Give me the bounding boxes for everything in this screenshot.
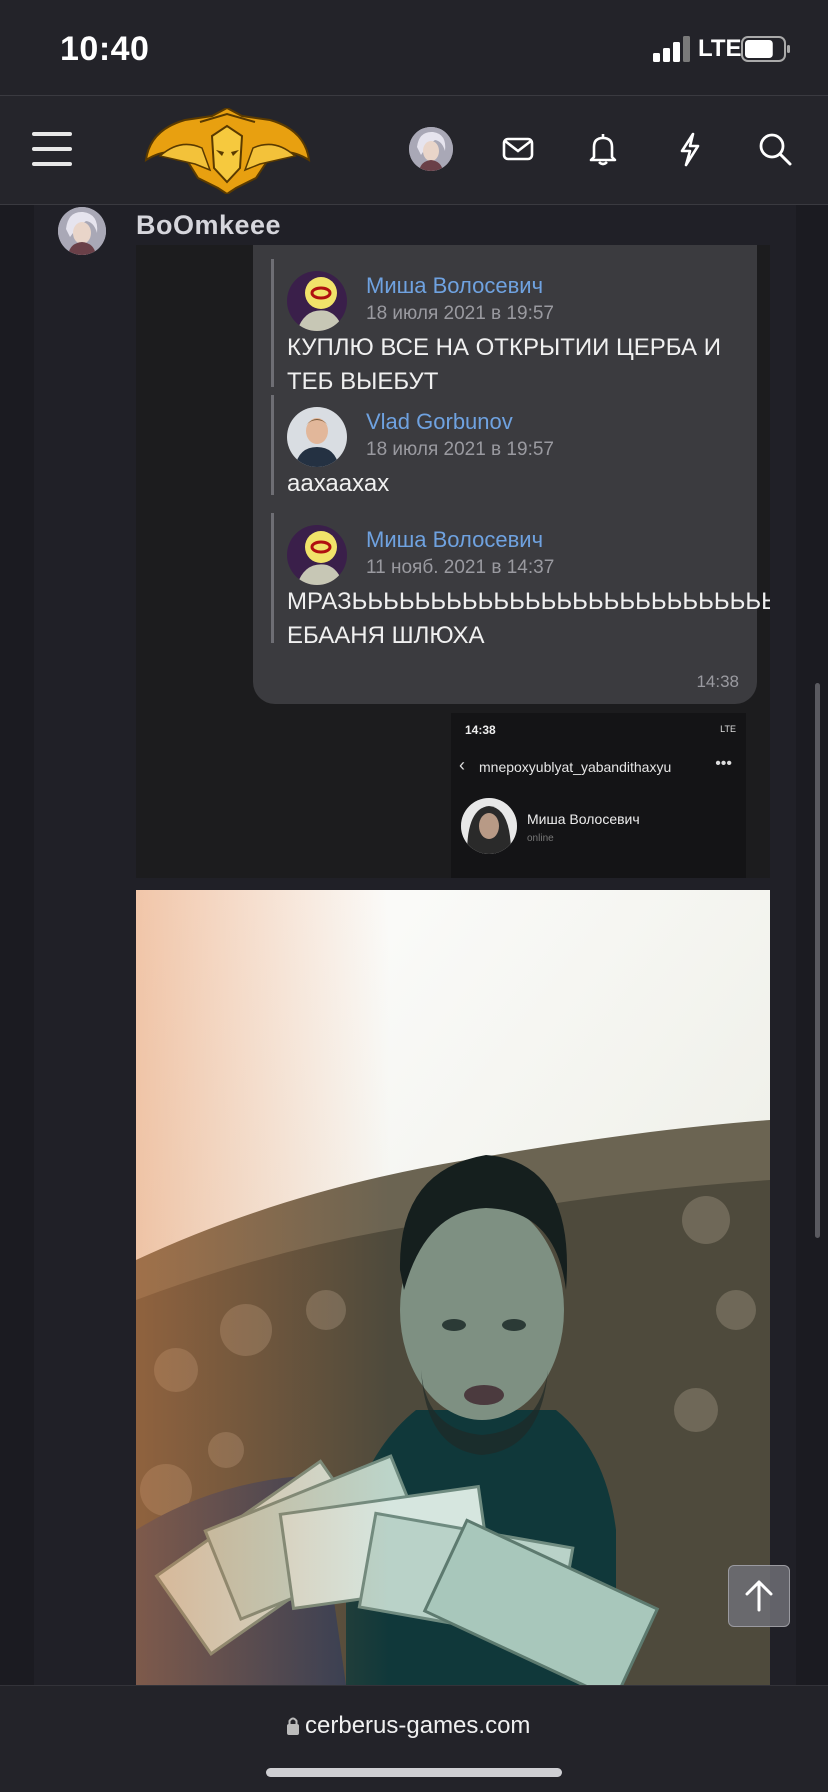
page-scrollbar[interactable] [815, 683, 820, 1238]
signal-icon [653, 36, 690, 62]
site-logo[interactable] [140, 108, 315, 194]
message-date: 18 июля 2021 в 19:57 [366, 439, 554, 460]
home-indicator[interactable] [266, 1768, 562, 1777]
status-time: 10:40 [60, 30, 150, 68]
bubble-timestamp: 14:38 [696, 672, 739, 691]
message-date: 11 нояб. 2021 в 14:37 [366, 557, 555, 578]
sender-avatar [287, 525, 347, 585]
sender-name: Vlad Gorbunov [366, 409, 513, 434]
message-text: аахаахах [287, 470, 390, 497]
sender-name: Миша Волосевич [366, 527, 544, 552]
embedded-avatar [461, 798, 517, 854]
message-text: МРАЗЬЬЬЬЬЬЬЬЬЬЬЬЬЬЬЬЬЬЬЬЬЬЬЬЬЬЬЬЬЬЬЬ ЕБА… [287, 588, 770, 649]
attached-photo[interactable] [136, 890, 770, 1685]
sender-avatar [287, 407, 347, 467]
site-header [0, 95, 828, 205]
scroll-to-top-button[interactable] [728, 1565, 790, 1627]
embedded-network: LTE [720, 724, 736, 734]
browser-address-bar: cerberus-games.com [0, 1685, 828, 1792]
embedded-name: Миша Волосевич [527, 811, 640, 827]
embedded-time: 14:38 [465, 723, 496, 737]
user-avatar[interactable] [409, 127, 453, 171]
embedded-online: online [527, 833, 554, 844]
lock-icon [287, 1717, 299, 1735]
message-text: КУПЛЮ ВСЕ НА ОТКРЫТИИ ЦЕРБА И ТЕБ ВЫЕБУТ [287, 334, 721, 395]
lightning-icon[interactable] [670, 129, 710, 169]
sender-avatar [287, 271, 347, 331]
page-url[interactable]: cerberus-games.com [305, 1712, 530, 1740]
post-author-name[interactable]: BoOmkeee [136, 210, 281, 241]
forwarded-message: Миша Волосевич 11 нояб. 2021 в 14:37 МРА… [271, 513, 770, 649]
forwarded-message: Vlad Gorbunov 18 июля 2021 в 19:57 аахаа… [271, 395, 746, 497]
battery-icon [741, 36, 790, 62]
arrow-up-icon [745, 1580, 773, 1612]
chat-bubble: Миша Волосевич 18 июля 2021 в 19:57 КУПЛ… [253, 245, 770, 704]
forwarded-message: Миша Волосевич 18 июля 2021 в 19:57 КУПЛ… [271, 259, 746, 395]
mail-icon[interactable] [498, 129, 538, 169]
message-date: 18 июля 2021 в 19:57 [366, 303, 554, 324]
back-chevron-icon: ‹ [459, 755, 465, 775]
network-type: LTE [698, 35, 742, 62]
sender-name: Миша Волосевич [366, 273, 544, 298]
more-dots-icon: ••• [715, 755, 732, 772]
attached-chat-screenshot[interactable]: Миша Волосевич 18 июля 2021 в 19:57 КУПЛ… [136, 245, 770, 878]
status-bar: 10:40 LTE [0, 0, 828, 95]
post-author-avatar[interactable] [58, 207, 106, 255]
bell-icon[interactable] [583, 129, 623, 169]
embedded-handle: mnepoxyublyat_yabandithaxyu [479, 759, 672, 775]
search-icon[interactable] [755, 129, 795, 169]
menu-icon[interactable] [32, 132, 72, 166]
embedded-phone-screenshot: 14:38 LTE ‹ mnepoxyublyat_yabandithaxyu … [451, 713, 746, 878]
